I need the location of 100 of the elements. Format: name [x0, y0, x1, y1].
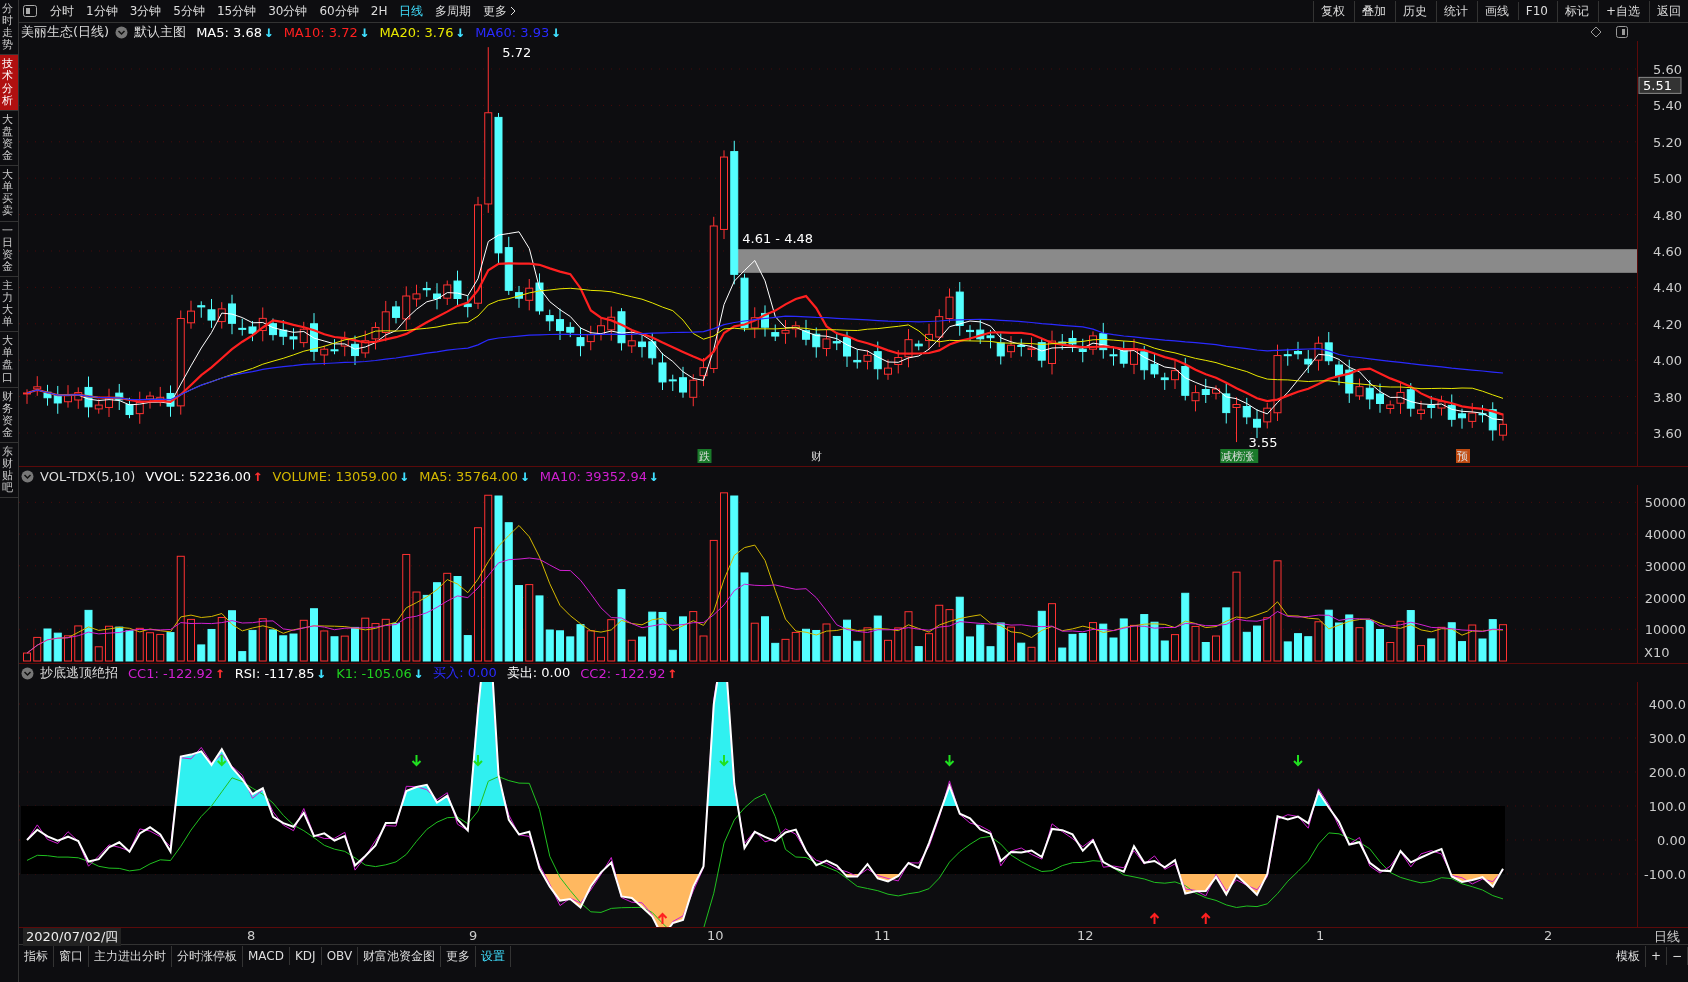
dropdown-icon[interactable] [115, 25, 129, 39]
month-label: 8 [247, 928, 256, 943]
side-tab[interactable]: 一日资金 [0, 221, 18, 277]
month-label: 12 [1077, 928, 1094, 943]
toolbar-button[interactable]: 复权 [1312, 0, 1352, 22]
buy-arrow-icon [1200, 912, 1211, 925]
axis-label: 5.40 [1653, 98, 1682, 114]
side-tab[interactable]: 技术分析 [0, 55, 18, 111]
side-tab[interactable]: 财务资金 [0, 387, 18, 443]
side-tab[interactable]: 大单盘口 [0, 332, 18, 388]
axis-label: 4.60 [1653, 244, 1682, 259]
indicator-value: MA20: 3.76↓ [379, 24, 466, 40]
indicator-value: CC1: -122.92↑ [128, 665, 225, 681]
buy-arrow-icon [657, 912, 668, 925]
bottom-tab[interactable]: 财富池资金图 [358, 945, 442, 967]
toolbar-button[interactable]: 标记 [1556, 0, 1596, 22]
more-periods-button[interactable]: 更多 [478, 2, 523, 20]
dropdown-icon[interactable] [21, 469, 34, 483]
sell-arrow-icon [944, 754, 955, 767]
bottom-tab[interactable]: 设置 [476, 945, 512, 967]
axis-label: 30000 [1644, 558, 1686, 574]
toolbar-button[interactable]: F10 [1517, 2, 1555, 20]
toolbar-button[interactable]: 历史 [1394, 0, 1434, 22]
period-tab[interactable]: 日线 [394, 2, 429, 20]
toolbar-button[interactable]: 叠加 [1353, 0, 1393, 22]
bottom-tab[interactable]: 分时涨停板 [172, 945, 243, 967]
event-marker[interactable]: 减榜涨 [1220, 449, 1259, 463]
axis-label: 5.00 [1653, 171, 1682, 187]
axis-label: 3.60 [1653, 426, 1682, 441]
month-label: 10 [707, 928, 724, 943]
panel-toggle-icon[interactable] [1616, 26, 1628, 38]
period-tab[interactable]: 15分钟 [211, 2, 262, 20]
period-tab[interactable]: 多周期 [430, 2, 477, 20]
indicator-value: 卖出: 0.00 [506, 664, 571, 682]
axis-label: 5.60 [1653, 62, 1682, 77]
month-label: 11 [874, 928, 891, 943]
panel-toggle-icon[interactable] [23, 5, 37, 17]
axis-label: 10000 [1644, 622, 1686, 638]
template-label[interactable]: 默认主图 [134, 23, 187, 41]
indicator-value: MA10: 3.72↓ [283, 24, 370, 40]
period-tab[interactable]: 5分钟 [168, 2, 210, 20]
bottom-tab[interactable]: 更多 [441, 945, 477, 967]
period-tab[interactable]: 1分钟 [81, 2, 123, 20]
period-tab[interactable]: 2H [365, 4, 393, 18]
axis-label: 4.40 [1653, 280, 1682, 296]
buy-arrow-icon [1149, 912, 1160, 925]
event-marker[interactable]: 预 [1456, 449, 1470, 463]
month-label: 9 [469, 928, 478, 943]
diamond-icon[interactable] [1590, 26, 1602, 38]
bottom-tab[interactable]: KDJ [290, 947, 322, 965]
period-tab[interactable]: 3分钟 [124, 2, 167, 20]
toolbar-button[interactable]: 画线 [1476, 0, 1516, 22]
indicator-name: VOL-TDX(5,10) [40, 468, 136, 484]
bottom-tab[interactable]: MACD [243, 947, 290, 965]
axis-label: 0.00 [1657, 833, 1686, 848]
unit-label: X10 [1644, 645, 1670, 660]
sell-arrow-icon [719, 754, 729, 767]
current-price-tag: 5.51 [1638, 76, 1682, 94]
indicator-value: K1: -105.06↓ [336, 665, 424, 681]
bottom-tab[interactable]: 窗口 [54, 945, 89, 967]
axis-label: 20000 [1644, 590, 1686, 606]
month-label: 1 [1316, 928, 1325, 943]
axis-label: 40000 [1644, 527, 1686, 543]
side-tab[interactable]: 大盘资金 [0, 110, 18, 167]
period-tab[interactable]: 分时 [45, 2, 79, 20]
toolbar-button[interactable]: 返回 [1649, 0, 1688, 22]
indicator-value: CC2: -122.92↑ [580, 665, 678, 681]
axis-label: 4.80 [1653, 207, 1682, 223]
axis-label: -100.0 [1644, 867, 1686, 882]
period-tab[interactable]: 30分钟 [263, 2, 313, 20]
axis-label: 5.20 [1653, 134, 1682, 150]
period-label: 日线 [1654, 928, 1680, 946]
indicator-name: 抄底逃顶绝招 [40, 664, 118, 682]
bottom-button[interactable]: 模板 [1610, 945, 1646, 967]
bottom-tab[interactable]: 主力进出分时 [89, 945, 172, 967]
side-tab[interactable]: 东财贴吧 [0, 443, 18, 499]
side-tab[interactable]: 主力大单 [0, 276, 18, 333]
event-marker[interactable]: 财 [811, 450, 823, 463]
indicator-value: RSI: -117.85↓ [234, 665, 327, 681]
cursor-date: 2020/07/02/四 [23, 928, 122, 946]
sell-arrow-icon [216, 754, 227, 767]
period-tab[interactable]: 60分钟 [314, 2, 364, 20]
indicator-value: VOLUME: 13059.00↓ [272, 468, 410, 484]
side-tab[interactable]: 大单买卖 [0, 166, 18, 222]
axis-label: 400.0 [1648, 697, 1686, 712]
indicator-value: 买入: 0.00 [433, 664, 497, 682]
gap-range-label: 4.61 - 4.48 [742, 231, 814, 247]
bottom-tab[interactable]: OBV [321, 947, 359, 965]
toolbar-button[interactable]: +自选 [1597, 0, 1647, 22]
axis-label: 100.0 [1648, 799, 1686, 814]
chevron-right-icon [510, 6, 518, 16]
dropdown-icon[interactable] [21, 666, 34, 680]
bottom-button[interactable]: + [1645, 947, 1667, 965]
axis-label: 50000 [1644, 495, 1686, 511]
event-marker[interactable]: 跌 [697, 449, 712, 463]
axis-label: 4.00 [1653, 353, 1682, 369]
bottom-tab[interactable]: 指标 [19, 945, 54, 967]
sell-arrow-icon [1293, 754, 1303, 767]
bottom-button[interactable]: − [1666, 947, 1688, 965]
toolbar-button[interactable]: 统计 [1435, 0, 1475, 22]
